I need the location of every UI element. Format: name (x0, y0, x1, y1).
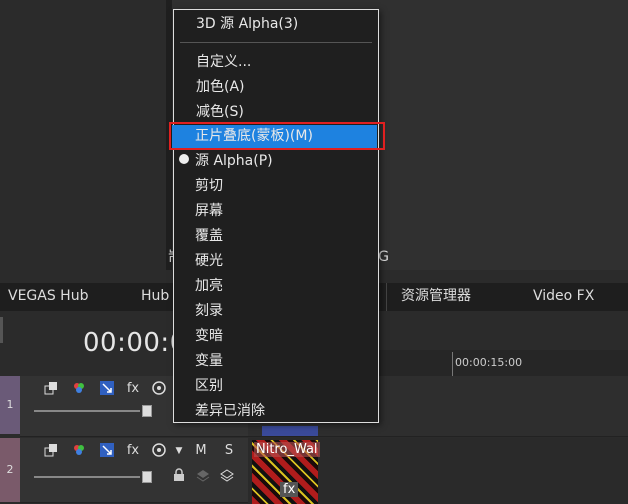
tab-vegas-hub[interactable]: VEGAS Hub (8, 283, 88, 311)
menu-item-darken[interactable]: 变暗 (173, 324, 377, 348)
mute-button[interactable]: M (192, 442, 210, 460)
chevron-down-icon[interactable]: ▼ (170, 442, 188, 460)
track-1-number[interactable]: 1 (0, 376, 20, 434)
track-2-level-slider[interactable] (34, 476, 140, 478)
menu-item-hard-light[interactable]: 硬光 (173, 249, 377, 273)
motion-icon[interactable] (98, 380, 116, 398)
composite-mode-menu-items: 正片叠底(蒙板)(M) 源 Alpha(P) 剪切 屏幕 覆盖 硬光 加亮 刻录… (173, 9, 379, 423)
track-fx-icon[interactable]: fx (124, 442, 142, 460)
layer-icon[interactable] (194, 468, 212, 486)
menu-item-burn[interactable]: 刻录 (173, 299, 377, 323)
solo-button[interactable]: S (220, 442, 238, 460)
menu-item-difference[interactable]: 区别 (173, 374, 377, 398)
ruler-time-label: 00:00:15:00 (455, 356, 523, 369)
preview-panel-left (0, 0, 166, 270)
composite-mode-icon[interactable] (42, 380, 60, 398)
menu-item-dodge[interactable]: 加亮 (173, 274, 377, 298)
track-2-number[interactable]: 2 (0, 438, 20, 502)
track-2-header[interactable]: fx ▼ M S (20, 438, 248, 503)
menu-item-screen[interactable]: 屏幕 (173, 199, 377, 223)
color-icon[interactable] (70, 442, 88, 460)
tab-resource-manager[interactable]: 资源管理器 (386, 283, 526, 311)
clip-name-label: Nitro_Wal (254, 442, 320, 457)
track-1-clip[interactable] (262, 426, 318, 436)
menu-item-overlay[interactable]: 覆盖 (173, 224, 377, 248)
automation-icon[interactable] (150, 380, 168, 398)
tab-video-fx[interactable]: Video FX (533, 283, 594, 311)
color-icon[interactable] (70, 380, 88, 398)
menu-item-cut[interactable]: 剪切 (173, 174, 377, 198)
menu-item-source-alpha[interactable]: 源 Alpha(P) (173, 149, 377, 173)
track-2-level-knob[interactable] (142, 471, 152, 483)
layers-stack-icon[interactable] (218, 468, 236, 486)
timeline-gutter-handle[interactable] (0, 317, 3, 343)
motion-icon[interactable] (98, 442, 116, 460)
track-1-level-knob[interactable] (142, 405, 152, 417)
menu-item-lighten[interactable]: 变量 (173, 349, 377, 373)
tab-hub[interactable]: Hub (141, 283, 169, 311)
timeline-timecode[interactable]: 00:00:0 (83, 328, 187, 358)
lock-icon[interactable] (170, 468, 188, 486)
selected-radio-dot-icon (179, 154, 189, 164)
automation-icon[interactable] (150, 442, 168, 460)
ruler-tick (452, 352, 453, 376)
track-fx-icon[interactable]: fx (124, 380, 142, 398)
annotation-highlight-box (169, 122, 385, 150)
menu-item-difference-squared[interactable]: 差异已消除 (173, 399, 377, 423)
composite-mode-icon[interactable] (42, 442, 60, 460)
track-1-level-slider[interactable] (34, 410, 140, 412)
clip-fx-button[interactable]: fx (280, 482, 299, 497)
